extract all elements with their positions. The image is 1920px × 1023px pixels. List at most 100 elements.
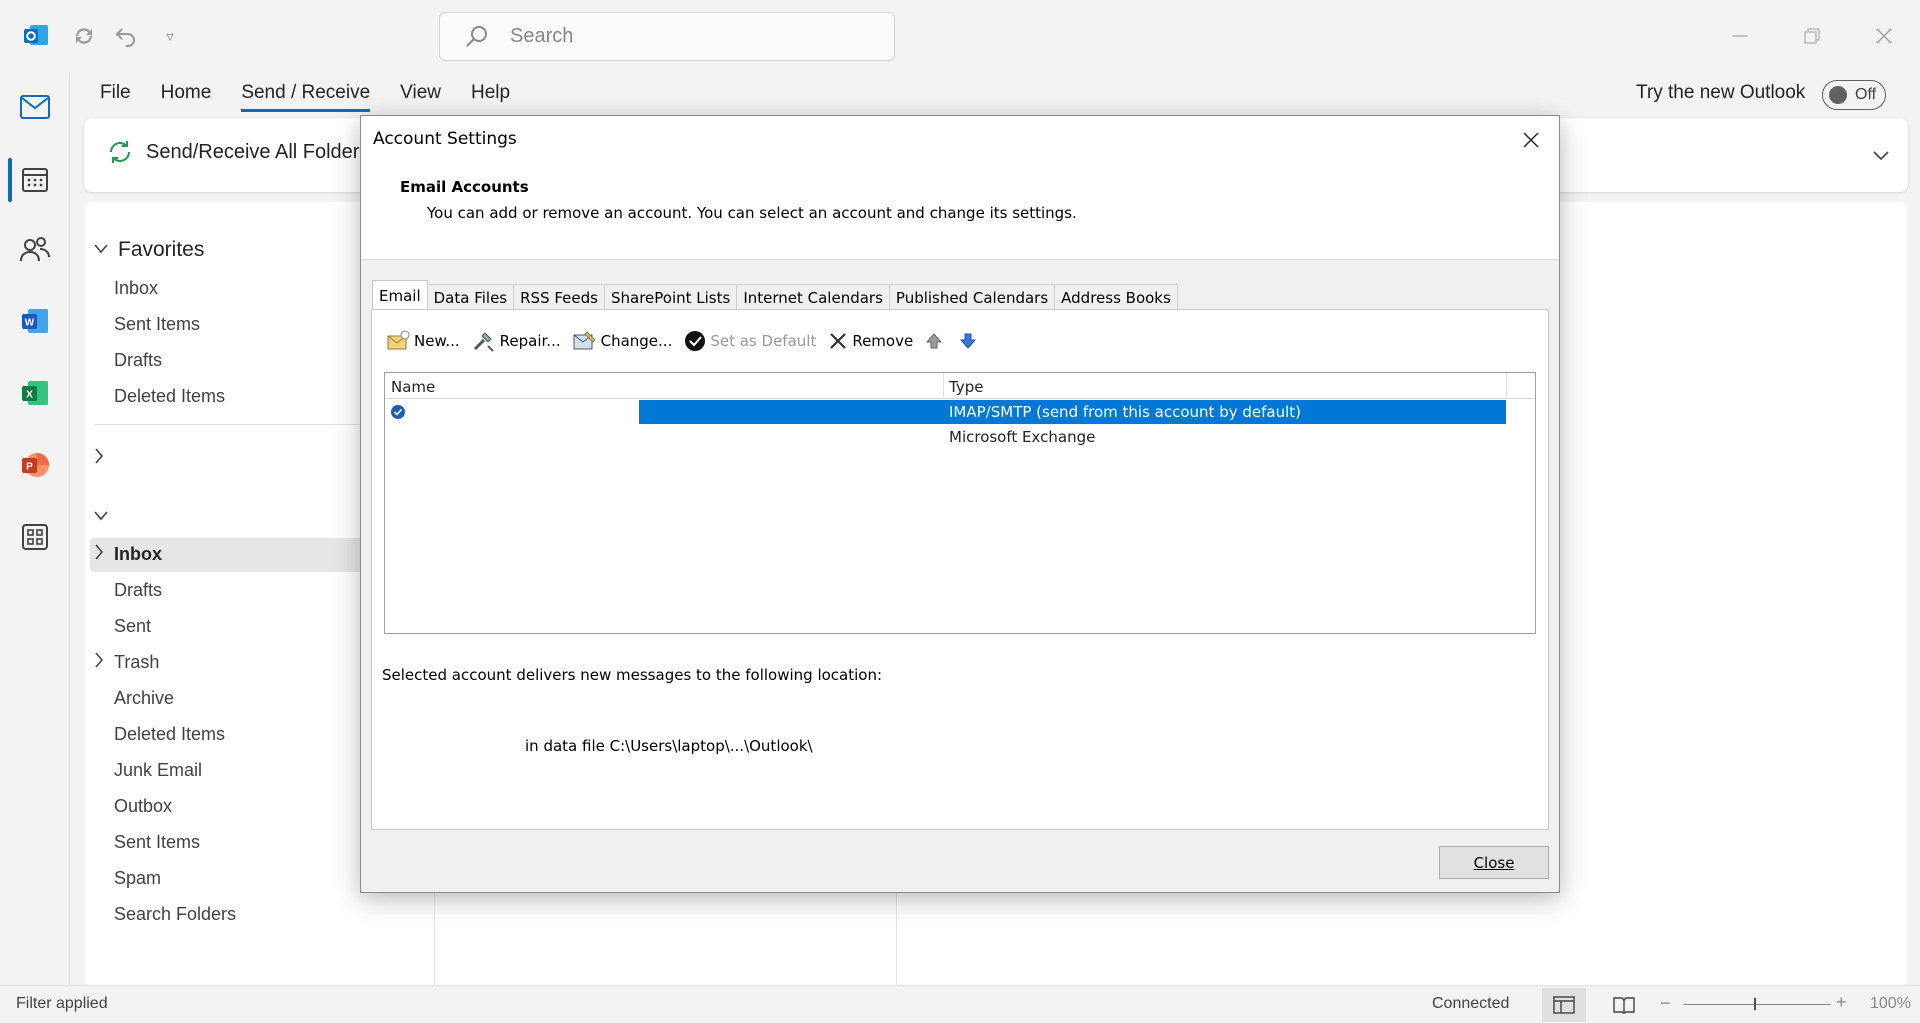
close-window-icon[interactable] (1868, 20, 1900, 52)
svg-text:X: X (26, 390, 33, 401)
more-apps-icon[interactable] (18, 520, 52, 554)
dialog-header: Account Settings Email Accounts You can … (361, 116, 1559, 260)
ribbon-expand-chevron-icon[interactable] (1872, 146, 1890, 167)
outlook-logo-icon (22, 22, 50, 50)
tab-internet-calendars[interactable]: Internet Calendars (736, 284, 890, 310)
collapsed-account-header[interactable] (94, 448, 118, 469)
column-separator[interactable] (1506, 373, 1507, 399)
account-settings-dialog: Account Settings Email Accounts You can … (360, 115, 1560, 893)
account-type: IMAP/SMTP (send from this account by def… (949, 403, 1301, 421)
close-button[interactable]: Close (1439, 846, 1549, 879)
calendar-icon[interactable] (18, 162, 52, 196)
menu-view[interactable]: View (400, 82, 441, 112)
change-label: Change... (600, 332, 673, 350)
people-icon[interactable] (18, 232, 52, 266)
zoom-slider-thumb[interactable] (1754, 998, 1756, 1010)
repair-label: Repair... (499, 332, 561, 350)
undo-icon[interactable] (112, 22, 140, 50)
folder-drafts[interactable]: Drafts (114, 580, 162, 601)
chevron-right-icon (94, 448, 114, 469)
email-tab-panel: New... Repair... Change... Set as Defaul… (371, 309, 1549, 830)
repair-button[interactable]: Repair... (472, 330, 561, 352)
favorite-drafts[interactable]: Drafts (114, 350, 162, 371)
menu-home[interactable]: Home (161, 82, 212, 112)
send-receive-all-button[interactable]: Send/Receive All Folders (106, 138, 369, 166)
search-input[interactable]: Search (439, 12, 895, 61)
remove-button[interactable]: Remove (828, 331, 913, 351)
excel-icon[interactable]: X (18, 376, 52, 410)
favorites-header[interactable]: Favorites (94, 238, 204, 262)
folder-trash-label: Trash (114, 652, 160, 672)
arrow-up-icon (925, 332, 943, 350)
word-icon[interactable]: W (18, 304, 52, 338)
zoom-slider[interactable] (1684, 1004, 1830, 1005)
account-row[interactable]: Microsoft Exchange (385, 425, 1535, 449)
set-as-default-label: Set as Default (710, 332, 817, 350)
restore-icon[interactable] (1796, 20, 1828, 52)
quick-access-dropdown-icon[interactable]: ▿ (156, 22, 184, 50)
connection-status: Connected (1432, 995, 1510, 1012)
column-separator[interactable] (943, 373, 944, 399)
dialog-title: Account Settings (373, 129, 517, 149)
toggle-knob (1829, 86, 1847, 104)
tab-email[interactable]: Email (372, 280, 428, 310)
favorite-deleted-items[interactable]: Deleted Items (114, 386, 225, 407)
new-account-icon (386, 330, 410, 352)
move-down-button[interactable] (959, 332, 981, 350)
divider (94, 424, 394, 425)
chevron-right-icon (94, 544, 114, 565)
menu-send-receive[interactable]: Send / Receive (241, 82, 371, 112)
new-outlook-toggle[interactable]: Off (1822, 80, 1886, 110)
zoom-out-icon[interactable]: − (1660, 993, 1671, 1014)
close-icon[interactable] (1515, 124, 1547, 156)
change-button[interactable]: Change... (573, 330, 673, 352)
send-receive-icon (110, 141, 130, 163)
tab-address-books[interactable]: Address Books (1054, 284, 1178, 310)
rail-active-indicator (8, 158, 12, 202)
search-icon (466, 25, 487, 47)
email-accounts-heading: Email Accounts (400, 178, 529, 196)
tab-rss-feeds[interactable]: RSS Feeds (513, 284, 605, 310)
set-as-default-button[interactable]: Set as Default (684, 330, 816, 352)
zoom-level: 100% (1870, 995, 1911, 1012)
column-type-header[interactable]: Type (949, 378, 983, 396)
normal-view-icon[interactable] (1542, 988, 1586, 1022)
list-header: Name Type (385, 373, 1535, 399)
menu-file[interactable]: File (100, 82, 131, 112)
account-row[interactable]: IMAP/SMTP (send from this account by def… (385, 400, 1535, 424)
menu-help[interactable]: Help (471, 82, 510, 112)
menu-bar: File Home Send / Receive View Help (100, 82, 540, 112)
chevron-down-icon (94, 508, 114, 526)
repair-icon (472, 330, 496, 352)
folder-junk-email[interactable]: Junk Email (114, 760, 202, 781)
folder-spam[interactable]: Spam (114, 868, 161, 889)
reading-view-icon[interactable] (1602, 988, 1646, 1022)
default-account-check-icon (390, 404, 406, 424)
favorite-inbox[interactable]: Inbox (114, 278, 158, 299)
svg-text:W: W (25, 318, 35, 329)
zoom-in-icon[interactable]: + (1836, 992, 1847, 1013)
filter-status: Filter applied (16, 995, 108, 1012)
folder-search-folders[interactable]: Search Folders (114, 904, 236, 925)
folder-sent[interactable]: Sent (114, 616, 151, 637)
minimize-icon[interactable] (1724, 20, 1756, 52)
folder-trash[interactable]: Trash (94, 652, 159, 673)
folder-inbox[interactable]: Inbox (94, 544, 162, 565)
expanded-account-header[interactable] (94, 508, 118, 526)
mail-icon[interactable] (18, 90, 52, 124)
move-up-button[interactable] (925, 332, 947, 350)
folder-outbox[interactable]: Outbox (114, 796, 172, 817)
tab-published-calendars[interactable]: Published Calendars (888, 284, 1056, 310)
folder-sent-items[interactable]: Sent Items (114, 832, 200, 853)
powerpoint-icon[interactable]: P (18, 448, 52, 482)
sync-icon[interactable] (70, 22, 98, 50)
folder-archive[interactable]: Archive (114, 688, 174, 709)
remove-label: Remove (852, 332, 914, 350)
folder-deleted-items[interactable]: Deleted Items (114, 724, 225, 745)
tab-sharepoint-lists[interactable]: SharePoint Lists (603, 284, 738, 310)
new-account-button[interactable]: New... (386, 330, 460, 352)
column-name-header[interactable]: Name (391, 378, 435, 396)
favorite-sent-items[interactable]: Sent Items (114, 314, 200, 335)
account-list[interactable]: Name Type IMAP/SMTP (send from this acco… (384, 372, 1536, 634)
tab-data-files[interactable]: Data Files (426, 284, 515, 310)
